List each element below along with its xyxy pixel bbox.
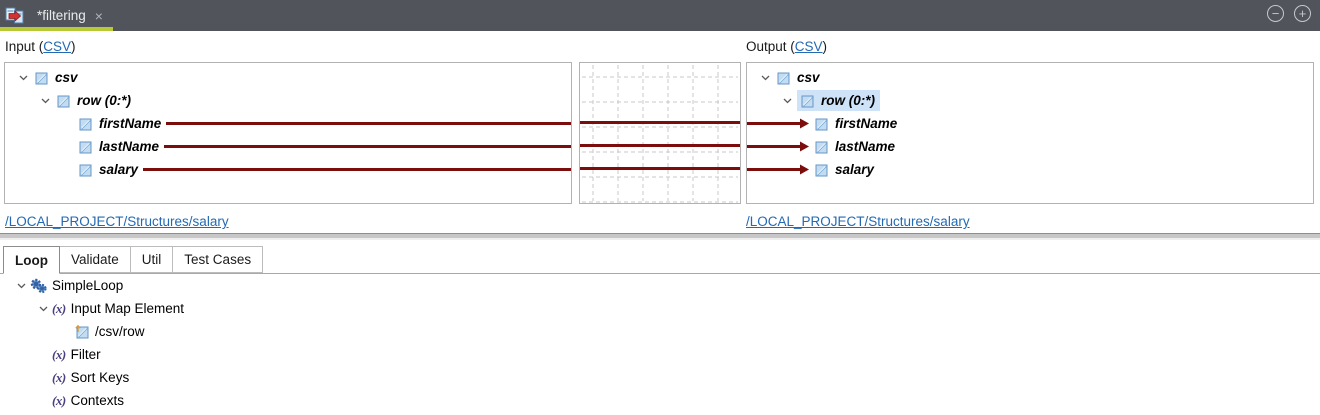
close-tab-icon[interactable]: × — [95, 8, 103, 24]
element-icon — [775, 70, 791, 86]
node: firstName — [77, 113, 161, 134]
tree-node-firstname[interactable]: firstName — [747, 112, 1313, 135]
tree-node-contexts[interactable]: (x) Contexts — [0, 389, 1320, 412]
xpath-icon: (x) — [52, 370, 66, 386]
node: salary — [77, 159, 138, 180]
expander-icon[interactable] — [13, 75, 33, 81]
node-label: firstName — [835, 116, 897, 131]
tree-node-row-0[interactable]: row (0:*) — [5, 89, 571, 112]
expander-icon[interactable] — [12, 283, 30, 289]
input-csv-link[interactable]: CSV — [43, 39, 71, 54]
node-label: Input Map Element — [71, 301, 184, 316]
tree-node-salary[interactable]: salary — [747, 158, 1313, 181]
tree-node-csv-row[interactable]: /csv/row — [0, 320, 1320, 343]
tree-node-salary[interactable]: salary — [5, 158, 571, 181]
node: salary — [813, 159, 874, 180]
element-icon — [77, 139, 93, 155]
output-header: Output (CSV) — [746, 39, 827, 54]
node: lastName — [813, 136, 895, 157]
node-label: Filter — [71, 347, 101, 362]
tab-loop[interactable]: Loop — [3, 246, 60, 274]
node: firstName — [813, 113, 897, 134]
node: lastName — [77, 136, 159, 157]
tab-test-cases[interactable]: Test Cases — [173, 246, 263, 273]
tab-validate[interactable]: Validate — [60, 246, 131, 273]
element-icon — [77, 162, 93, 178]
horizontal-sash[interactable] — [0, 233, 1320, 240]
tab-filtering[interactable]: *filtering × — [0, 0, 115, 31]
active-tab-underline — [0, 27, 113, 31]
tree-node-csv[interactable]: csv — [5, 66, 571, 89]
bottom-tab-bar: LoopValidateUtilTest Cases — [0, 246, 1320, 274]
node-label: row (0:*) — [77, 93, 131, 108]
node-label: row (0:*) — [821, 93, 875, 108]
element-icon — [33, 70, 49, 86]
node-label: csv — [55, 70, 78, 85]
tree-node-row-0[interactable]: row (0:*) — [747, 89, 1313, 112]
xpath-icon: (x) — [52, 347, 66, 363]
node-label: SimpleLoop — [52, 278, 123, 293]
expander-icon[interactable] — [777, 98, 797, 104]
node-label: lastName — [835, 139, 895, 154]
loop-element-icon — [74, 324, 90, 340]
node: csv — [33, 67, 78, 88]
tab-util[interactable]: Util — [131, 246, 174, 273]
connection-line — [143, 168, 571, 171]
mapping-file-icon — [5, 7, 24, 25]
connection-line — [164, 145, 571, 148]
tree-node-input-map-element[interactable]: (x) Input Map Element — [0, 297, 1320, 320]
element-icon — [813, 139, 829, 155]
xpath-icon: (x) — [52, 301, 66, 317]
expander-icon[interactable] — [35, 98, 55, 104]
input-header-text: Input ( — [5, 39, 43, 54]
gears-icon — [30, 278, 47, 294]
input-header-text-close: ) — [71, 39, 76, 54]
node-label: salary — [99, 162, 138, 177]
tree-node-filter[interactable]: (x) Filter — [0, 343, 1320, 366]
node-label: lastName — [99, 139, 159, 154]
node-label: firstName — [99, 116, 161, 131]
output-structure-panel: csvrow (0:*) firstName lastName salary — [746, 62, 1314, 204]
tree-node-firstname[interactable]: firstName — [5, 112, 571, 135]
loop-tree: SimpleLoop (x) Input Map Element/csv/row (x… — [0, 274, 1320, 412]
minimize-view-button[interactable]: − — [1267, 5, 1284, 22]
node-label: salary — [835, 162, 874, 177]
output-header-text: Output ( — [746, 39, 795, 54]
connection-line — [166, 122, 571, 125]
node: csv — [775, 67, 820, 88]
node: row (0:*) — [55, 90, 131, 111]
expander-icon[interactable] — [755, 75, 775, 81]
mapping-canvas-grid — [580, 63, 740, 203]
mapping-canvas[interactable] — [579, 62, 741, 204]
output-structure-link[interactable]: /LOCAL_PROJECT/Structures/salary — [746, 214, 970, 229]
connection-arrow — [747, 158, 813, 181]
editor-tab-bar: *filtering × − + — [0, 0, 1320, 31]
element-icon — [77, 116, 93, 132]
element-icon — [813, 116, 829, 132]
tab-label: *filtering — [37, 8, 86, 23]
tree-node-sort-keys[interactable]: (x) Sort Keys — [0, 366, 1320, 389]
element-icon — [813, 162, 829, 178]
maximize-view-button[interactable]: + — [1294, 5, 1311, 22]
expander-icon[interactable] — [34, 306, 52, 312]
connection-arrow — [747, 112, 813, 135]
tree-node-simpleloop[interactable]: SimpleLoop — [0, 274, 1320, 297]
selected-node: row (0:*) — [797, 90, 880, 111]
element-icon — [55, 93, 71, 109]
node-label: csv — [797, 70, 820, 85]
tree-node-lastname[interactable]: lastName — [747, 135, 1313, 158]
node-label: /csv/row — [95, 324, 145, 339]
output-csv-link[interactable]: CSV — [795, 39, 823, 54]
node-label: Contexts — [71, 393, 124, 408]
connection-arrow — [747, 135, 813, 158]
tree-node-csv[interactable]: csv — [747, 66, 1313, 89]
node-label: Sort Keys — [71, 370, 130, 385]
input-structure-panel: csv row (0:*) firstName lastName salary — [4, 62, 572, 204]
element-icon — [799, 93, 815, 109]
input-header: Input (CSV) — [5, 39, 76, 54]
tree-node-lastname[interactable]: lastName — [5, 135, 571, 158]
input-structure-link[interactable]: /LOCAL_PROJECT/Structures/salary — [5, 214, 229, 229]
xpath-icon: (x) — [52, 393, 66, 409]
output-header-text-close: ) — [823, 39, 828, 54]
